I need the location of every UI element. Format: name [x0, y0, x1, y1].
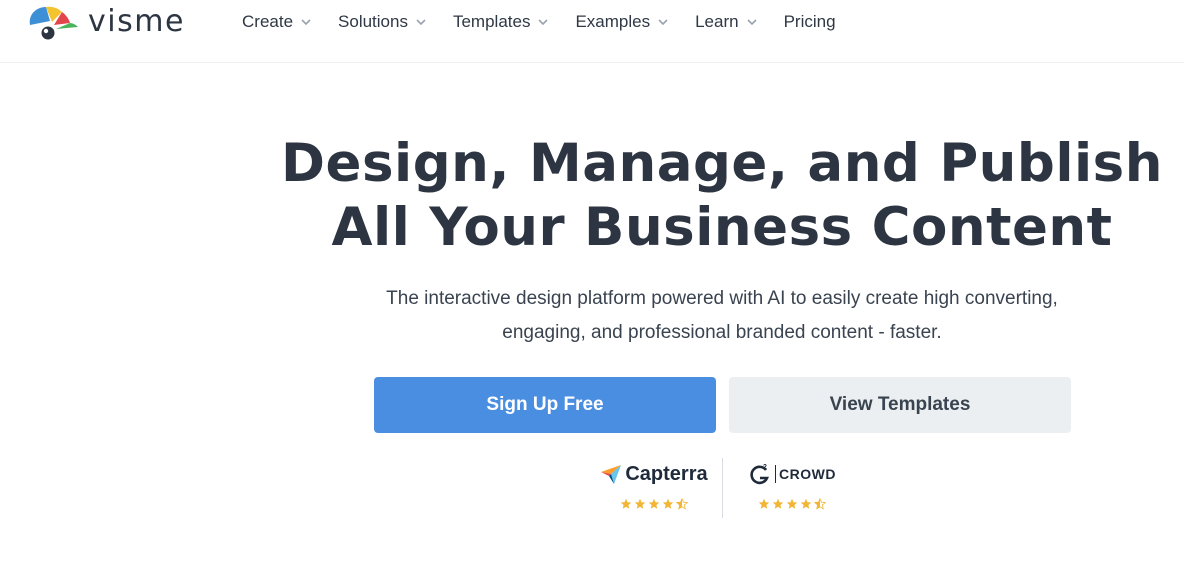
nav-item-templates[interactable]: Templates	[453, 12, 549, 32]
star-icon	[786, 498, 798, 509]
star-icon	[800, 498, 812, 509]
nav-item-label: Pricing	[783, 12, 836, 31]
nav-item-label: Solutions	[338, 12, 408, 31]
hero-title: Design, Manage, and Publish All Your Bus…	[260, 132, 1184, 260]
hero-subtitle: The interactive design platform powered …	[260, 282, 1184, 350]
sign-up-free-button[interactable]: Sign Up Free	[374, 377, 716, 433]
star-rating	[757, 498, 827, 510]
star-icon	[634, 498, 646, 509]
chevron-down-icon	[658, 19, 668, 26]
star-half-icon	[814, 498, 826, 510]
nav-item-label: Templates	[452, 12, 531, 31]
hero-subtitle-line: The interactive design platform powered …	[386, 288, 1058, 309]
star-icon	[662, 498, 674, 509]
nav-item-label: Examples	[575, 12, 651, 31]
site-header: visme Create Solutions Templates Example…	[0, 0, 1184, 63]
nav-item-label: Learn	[695, 12, 739, 31]
visme-logo[interactable]: visme	[26, 2, 185, 42]
main-nav: Create Solutions Templates Examples Lear…	[242, 0, 862, 44]
hero-subtitle-line: engaging, and professional branded conte…	[502, 322, 942, 343]
chevron-down-icon	[301, 19, 311, 26]
g2-crowd-rating[interactable]: 2 CROWD	[748, 458, 836, 510]
svg-text:2: 2	[763, 464, 767, 471]
brand-name: visme	[88, 4, 185, 39]
rating-divider	[722, 458, 723, 518]
nav-item-create[interactable]: Create	[242, 12, 312, 32]
visme-logo-icon	[29, 6, 78, 40]
capterra-name: Capterra	[625, 462, 708, 485]
g2-logo-icon: 2	[750, 464, 770, 485]
star-icon	[758, 498, 770, 509]
star-rating	[619, 498, 689, 510]
chevron-down-icon	[747, 19, 757, 26]
nav-item-label: Create	[242, 12, 294, 31]
view-templates-button[interactable]: View Templates	[729, 377, 1071, 433]
chevron-down-icon	[538, 19, 549, 26]
capterra-brand: Capterra	[600, 458, 708, 490]
g2-crowd-brand: 2 CROWD	[748, 458, 836, 490]
star-icon	[772, 498, 784, 509]
star-half-icon	[676, 498, 688, 510]
capterra-rating[interactable]: Capterra	[598, 458, 710, 510]
capterra-logo-icon	[601, 465, 622, 484]
star-icon	[648, 498, 660, 509]
nav-item-learn[interactable]: Learn	[695, 12, 757, 32]
hero-title-line: Design, Manage, and Publish	[281, 133, 1163, 194]
g2-crowd-text: CROWD	[775, 465, 836, 483]
star-icon	[620, 498, 632, 509]
nav-item-pricing[interactable]: Pricing	[784, 12, 836, 32]
nav-item-examples[interactable]: Examples	[575, 12, 669, 32]
nav-item-solutions[interactable]: Solutions	[338, 12, 427, 32]
chevron-down-icon	[416, 19, 426, 26]
hero-title-line: All Your Business Content	[331, 197, 1113, 258]
